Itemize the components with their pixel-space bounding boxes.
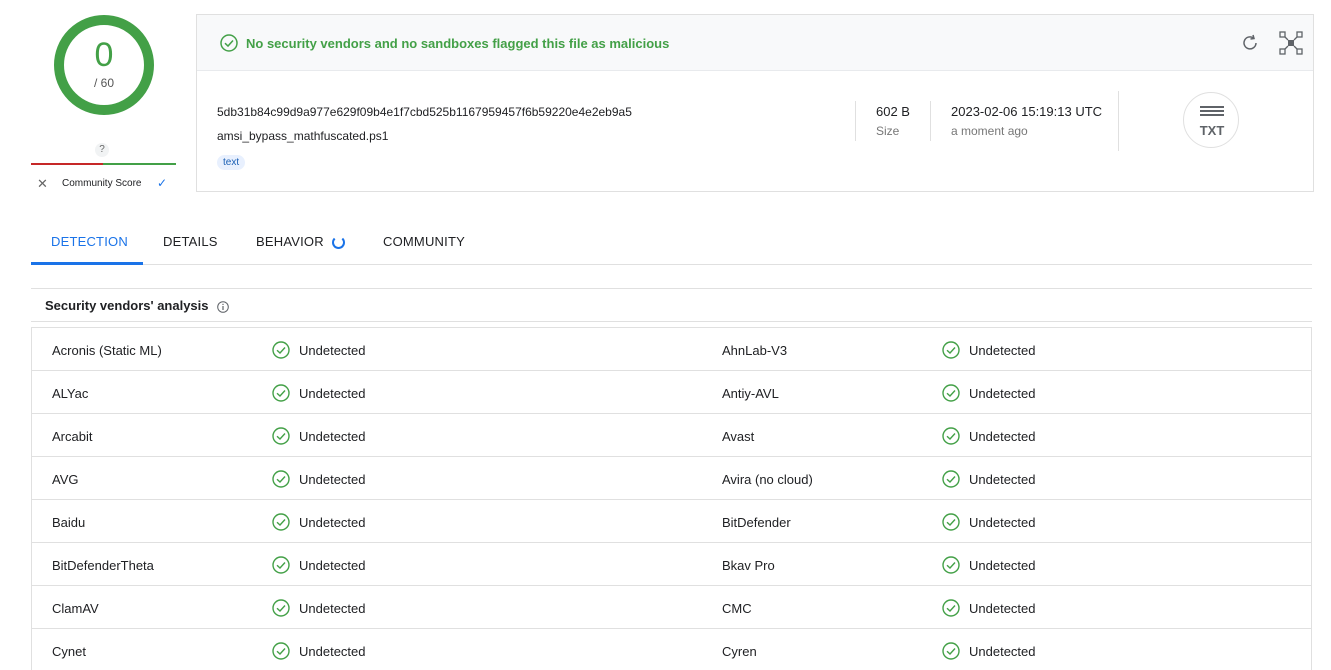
- vendor-result: Undetected: [299, 558, 366, 573]
- tab-details[interactable]: DETAILS: [163, 234, 218, 249]
- community-score-value: ?: [95, 143, 109, 157]
- section-title: Security vendors' analysis: [45, 298, 209, 313]
- table-row: AVG Undetected Avira (no cloud) Undetected: [32, 457, 1311, 500]
- loading-spinner-icon: [332, 236, 345, 249]
- vendor-name: ClamAV: [52, 601, 99, 616]
- check-circle-icon: [272, 642, 290, 665]
- tab-bar: DETECTION DETAILS BEHAVIOR COMMUNITY: [31, 224, 1312, 265]
- table-row: Acronis (Static ML) Undetected AhnLab-V3 Un…: [32, 328, 1311, 371]
- vendor-result: Undetected: [299, 343, 366, 358]
- check-circle-icon: [272, 470, 290, 493]
- vendor-name: Arcabit: [52, 429, 93, 444]
- file-hash[interactable]: 5db31b84c99d9a977e629f09b4e1f7cbd525b116…: [217, 105, 632, 119]
- vendor-result: Undetected: [299, 472, 366, 487]
- analysis-date-relative: a moment ago: [951, 124, 1028, 138]
- tab-detection[interactable]: DETECTION: [51, 234, 128, 249]
- check-circle-icon: [942, 556, 960, 579]
- check-circle-icon: [942, 513, 960, 536]
- vendor-result: Undetected: [969, 343, 1036, 358]
- graph-view-icon[interactable]: [1279, 31, 1303, 60]
- vendor-name: Antiy-AVL: [722, 386, 779, 401]
- vendor-result: Undetected: [969, 472, 1036, 487]
- active-tab-indicator: [31, 262, 143, 265]
- vendor-name: Bkav Pro: [722, 558, 775, 573]
- file-type-label: TXT: [1199, 123, 1225, 138]
- table-row: ClamAV Undetected CMC Undetected: [32, 586, 1311, 629]
- check-circle-icon: [220, 34, 238, 57]
- status-banner: No security vendors and no sandboxes fla…: [197, 15, 1313, 71]
- check-circle-icon: [272, 513, 290, 536]
- check-circle-icon: [942, 470, 960, 493]
- section-header: Security vendors' analysis: [31, 288, 1312, 322]
- file-size-label: Size: [876, 124, 900, 138]
- vendor-name: Acronis (Static ML): [52, 343, 162, 358]
- vendor-name: AVG: [52, 472, 79, 487]
- check-circle-icon: [272, 599, 290, 622]
- community-score-label: Community Score: [62, 178, 142, 189]
- vendor-result: Undetected: [969, 601, 1036, 616]
- reanalyze-icon[interactable]: [1239, 32, 1261, 59]
- score-detections: 0: [94, 36, 114, 74]
- vendor-result: Undetected: [299, 515, 366, 530]
- vendor-result: Undetected: [969, 558, 1036, 573]
- vendor-name: Avira (no cloud): [722, 472, 813, 487]
- check-circle-icon: [272, 384, 290, 407]
- vendor-name: ALYac: [52, 386, 89, 401]
- check-circle-icon: [942, 599, 960, 622]
- table-row: Arcabit Undetected Avast Undetected: [32, 414, 1311, 457]
- file-tag[interactable]: text: [217, 155, 246, 170]
- vendor-name: Cynet: [52, 644, 86, 659]
- table-row: Baidu Undetected BitDefender Undetected: [32, 500, 1311, 543]
- vendor-result: Undetected: [299, 386, 366, 401]
- vendor-name: CMC: [722, 601, 752, 616]
- divider: [930, 101, 931, 141]
- file-size-value: 602 B: [876, 104, 910, 119]
- check-circle-icon: [272, 427, 290, 450]
- vote-harmless-icon[interactable]: ✓: [157, 176, 167, 190]
- check-circle-icon: [942, 384, 960, 407]
- community-score-bar-negative: [31, 163, 103, 165]
- vendor-result: Undetected: [299, 601, 366, 616]
- vote-harmful-icon[interactable]: ✕: [37, 176, 48, 192]
- file-type-icon: [1200, 106, 1224, 118]
- vendor-result: Undetected: [969, 429, 1036, 444]
- info-icon[interactable]: [217, 300, 229, 318]
- vendors-table: Acronis (Static ML) Undetected AhnLab-V3 Un…: [31, 327, 1312, 670]
- vendor-name: AhnLab-V3: [722, 343, 788, 358]
- check-circle-icon: [272, 556, 290, 579]
- score-total: / 60: [93, 76, 114, 90]
- check-circle-icon: [942, 642, 960, 665]
- file-info-card: No security vendors and no sandboxes fla…: [196, 14, 1314, 192]
- vendor-name: Avast: [722, 429, 755, 444]
- vendor-result: Undetected: [299, 429, 366, 444]
- vendor-result: Undetected: [969, 644, 1036, 659]
- tab-community[interactable]: COMMUNITY: [383, 234, 465, 249]
- community-score-bar: [31, 163, 176, 165]
- divider: [1118, 91, 1119, 151]
- file-type-badge: TXT: [1183, 92, 1239, 148]
- file-name: amsi_bypass_mathfuscated.ps1: [217, 129, 389, 143]
- table-row: ALYac Undetected Antiy-AVL Undetected: [32, 371, 1311, 414]
- check-circle-icon: [942, 427, 960, 450]
- vendor-name: BitDefender: [722, 515, 791, 530]
- detection-score-gauge: 0 / 60: [53, 14, 155, 116]
- status-message: No security vendors and no sandboxes fla…: [246, 36, 670, 51]
- vendor-result: Undetected: [969, 515, 1036, 530]
- check-circle-icon: [942, 341, 960, 364]
- tab-behavior[interactable]: BEHAVIOR: [256, 234, 324, 249]
- check-circle-icon: [272, 341, 290, 364]
- vendor-name: BitDefenderTheta: [52, 558, 154, 573]
- divider: [855, 101, 856, 141]
- vendor-name: Baidu: [52, 515, 86, 530]
- table-row: Cynet Undetected Cyren Undetected: [32, 629, 1311, 670]
- table-row: BitDefenderTheta Undetected Bkav Pro Undete…: [32, 543, 1311, 586]
- vendor-result: Undetected: [969, 386, 1036, 401]
- vendor-name: Cyren: [722, 644, 757, 659]
- analysis-date-value: 2023-02-06 15:19:13 UTC: [951, 104, 1103, 119]
- vendor-result: Undetected: [299, 644, 366, 659]
